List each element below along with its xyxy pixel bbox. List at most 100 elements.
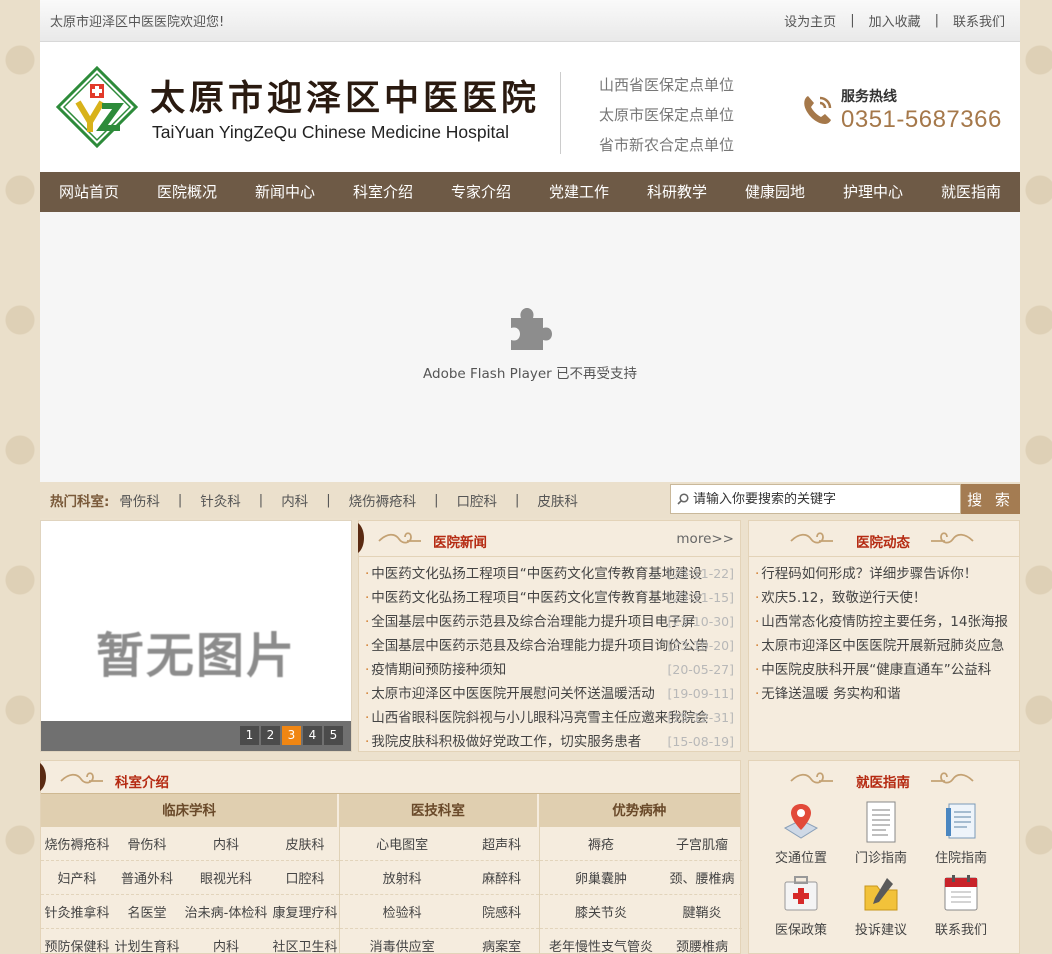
disease-link[interactable]: 颈、腰椎病 <box>662 868 742 887</box>
department-link[interactable]: 针灸推拿科 <box>41 902 113 921</box>
disease-link[interactable]: 子宫肌瘤 <box>662 834 742 853</box>
search-input[interactable] <box>693 491 943 507</box>
news-link[interactable]: 全国基层中医药示范县及综合治理能力提升项目询价公告 <box>371 635 709 657</box>
guide-item-inpatient[interactable]: 住院指南 <box>921 797 1001 869</box>
department-link[interactable]: 预防保健科 <box>41 936 113 954</box>
news-list: · 中医药文化弘扬工程项目“中医药文化宣传教育基地建设 [23-11-22] · 中医… <box>359 557 740 755</box>
department-link[interactable]: 妇产科 <box>41 868 113 887</box>
department-link[interactable]: 口腔科 <box>271 868 339 887</box>
hot-department-link[interactable]: 骨伤科 <box>119 490 160 510</box>
add-favorite-link[interactable]: 加入收藏 <box>869 11 921 30</box>
guide-header: 就医指南 <box>749 761 1019 797</box>
dynamics-link[interactable]: 行程码如何形成？详细步骤告诉你！ <box>761 566 977 582</box>
guide-item-location[interactable]: 交通位置 <box>761 797 841 869</box>
page-button-active[interactable]: 3 <box>282 726 301 745</box>
page-button[interactable]: 4 <box>303 726 322 745</box>
dynamics-title: 医院动态 <box>856 535 910 551</box>
nav-item-overview[interactable]: 医院概况 <box>138 172 236 212</box>
news-item: · 太原市迎泽区中医医院开展慰问关怀送温暖活动 [19-09-11] <box>365 683 736 707</box>
set-homepage-link[interactable]: 设为主页 <box>784 11 836 30</box>
news-link[interactable]: 中医药文化弘扬工程项目“中医药文化宣传教育基地建设 <box>371 563 702 585</box>
news-link[interactable]: 中医药文化弘扬工程项目“中医药文化宣传教育基地建设 <box>371 587 702 609</box>
nav-item-guide[interactable]: 就医指南 <box>922 172 1020 212</box>
calendar-icon <box>944 875 978 911</box>
department-link[interactable]: 超声科 <box>464 834 539 853</box>
nav-item-home[interactable]: 网站首页 <box>40 172 138 212</box>
dynamics-link[interactable]: 山西常态化疫情防控主要任务，14张海报 <box>761 614 1008 630</box>
disease-link[interactable]: 老年慢性支气管炎 <box>540 936 662 954</box>
department-link[interactable]: 计划生育科 <box>113 936 181 954</box>
hot-department-link[interactable]: 口腔科 <box>456 490 497 510</box>
department-link[interactable]: 消毒供应室 <box>340 936 464 954</box>
dynamics-item: · 太原市迎泽区中医医院开展新冠肺炎应急 <box>755 638 1005 654</box>
department-link[interactable]: 名医堂 <box>113 902 181 921</box>
hospital-logo-icon[interactable] <box>56 66 138 148</box>
disease-link[interactable]: 褥疮 <box>540 834 662 853</box>
department-link[interactable]: 社区卫生科 <box>271 936 339 954</box>
news-date: [15-12-31] <box>667 710 735 725</box>
department-link[interactable]: 病案室 <box>464 936 539 954</box>
welcome-text: 太原市迎泽区中医医院欢迎您! <box>50 15 225 30</box>
department-link[interactable]: 检验科 <box>340 902 464 921</box>
news-link[interactable]: 疫情期间预防接种须知 <box>371 659 665 681</box>
guide-item-complaints[interactable]: 投诉建议 <box>841 869 921 941</box>
hot-departments-list: 骨伤科 | 针灸科 | 内科 | 烧伤褥疮科 | 口腔科 | 皮肤科 <box>119 490 578 511</box>
departments-header: 科室介绍 <box>40 761 740 793</box>
department-link[interactable]: 普通外科 <box>113 868 181 887</box>
disease-link[interactable]: 膝关节炎 <box>540 902 662 921</box>
nav-item-departments[interactable]: 科室介绍 <box>334 172 432 212</box>
hospital-name-en: TaiYuan YingZeQu Chinese Medicine Hospit… <box>152 122 510 142</box>
department-link[interactable]: 麻醉科 <box>464 868 539 887</box>
no-image-placeholder: 暂无图片 <box>95 628 296 684</box>
disease-link[interactable]: 颈腰椎病 <box>662 936 742 954</box>
department-link[interactable]: 院感科 <box>464 902 539 921</box>
hot-separator: | <box>514 492 520 508</box>
dynamics-link[interactable]: 中医院皮肤科开展“健康直通车”公益科 <box>761 662 991 678</box>
departments-panel: 科室介绍 临床学科 医技科室 优势病种 烧伤褥疮科 骨伤科 内科 皮肤科 妇产科 普通外… <box>40 760 742 954</box>
department-link[interactable]: 骨伤科 <box>113 834 181 853</box>
nav-item-research[interactable]: 科研教学 <box>628 172 726 212</box>
department-link[interactable]: 眼视光科 <box>181 868 271 887</box>
guide-item-outpatient[interactable]: 门诊指南 <box>841 797 921 869</box>
department-link[interactable]: 心电图室 <box>340 834 464 853</box>
department-link[interactable]: 放射科 <box>340 868 464 887</box>
search-button[interactable]: 搜 索 <box>961 484 1020 514</box>
folder-pen-icon <box>864 878 898 911</box>
nav-item-news[interactable]: 新闻中心 <box>236 172 334 212</box>
nav-item-experts[interactable]: 专家介绍 <box>432 172 530 212</box>
department-link[interactable]: 治未病-体检科 <box>181 902 271 921</box>
contact-us-link[interactable]: 联系我们 <box>953 11 1005 30</box>
news-link[interactable]: 太原市迎泽区中医医院开展慰问关怀送温暖活动 <box>371 683 665 705</box>
department-link[interactable]: 内科 <box>181 834 271 853</box>
dynamics-link[interactable]: 欢庆5.12，致敬逆行天使！ <box>761 590 926 606</box>
document-icon <box>866 801 896 843</box>
department-link[interactable]: 皮肤科 <box>271 834 339 853</box>
diseases-column: 褥疮 子宫肌瘤 卵巢囊肿 颈、腰椎病 膝关节炎 腱鞘炎 老年慢性支气管炎 颈腰椎病 <box>540 827 742 954</box>
nav-item-party[interactable]: 党建工作 <box>530 172 628 212</box>
swirl-ornament-icon <box>931 532 974 544</box>
page-button[interactable]: 1 <box>240 726 259 745</box>
guide-item-contact[interactable]: 联系我们 <box>921 869 1001 941</box>
dynamics-link[interactable]: 无锋送温暖 务实构和谐 <box>761 686 900 702</box>
dynamics-link[interactable]: 太原市迎泽区中医医院开展新冠肺炎应急 <box>761 638 1004 654</box>
page-button[interactable]: 5 <box>324 726 343 745</box>
disease-link[interactable]: 腱鞘炎 <box>662 902 742 921</box>
news-link[interactable]: 全国基层中医药示范县及综合治理能力提升项目电子屏 <box>371 611 695 633</box>
news-more-link[interactable]: more>> <box>676 531 734 547</box>
page-button[interactable]: 2 <box>261 726 280 745</box>
hot-department-link[interactable]: 烧伤褥疮科 <box>349 490 417 510</box>
department-link[interactable]: 康复理疗科 <box>271 902 339 921</box>
news-link[interactable]: 山西省眼科医院斜视与小儿眼科冯亮雪主任应邀来我院会 <box>371 707 709 729</box>
departments-title: 科室介绍 <box>115 775 169 791</box>
hot-department-link[interactable]: 皮肤科 <box>537 490 578 510</box>
hot-department-link[interactable]: 针灸科 <box>200 490 241 510</box>
guide-item-insurance[interactable]: 医保政策 <box>761 869 841 941</box>
nav-item-nursing[interactable]: 护理中心 <box>824 172 922 212</box>
nav-item-health[interactable]: 健康园地 <box>726 172 824 212</box>
swirl-ornament-icon <box>60 772 103 784</box>
hot-department-link[interactable]: 内科 <box>281 490 308 510</box>
department-link[interactable]: 烧伤褥疮科 <box>41 834 113 853</box>
news-link[interactable]: 我院皮肤科积极做好党政工作，切实服务患者 <box>371 731 665 753</box>
disease-link[interactable]: 卵巢囊肿 <box>540 868 662 887</box>
department-link[interactable]: 内科 <box>181 936 271 954</box>
